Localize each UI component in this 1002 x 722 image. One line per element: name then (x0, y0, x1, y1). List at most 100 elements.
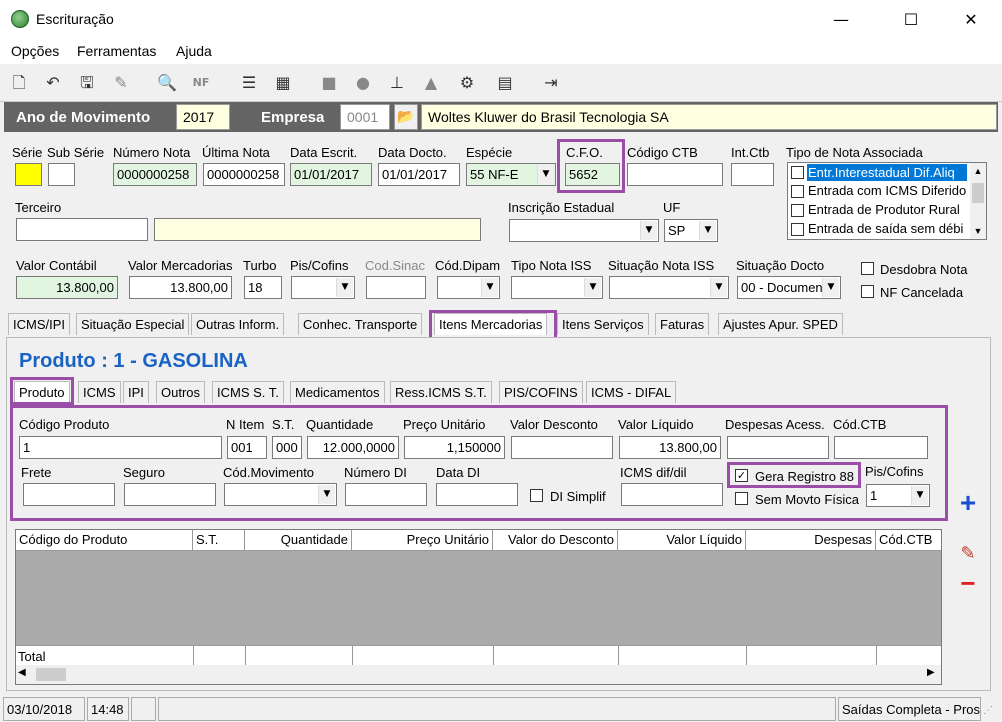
subtab-pis-cofins[interactable]: PIS/COFINS (499, 381, 583, 403)
cod-movimento-select[interactable]: ▼ (224, 483, 337, 506)
tipo-nota-list[interactable]: Entr.Interestadual Dif.Aliq Entrada com … (787, 162, 987, 240)
grid-col-st[interactable]: S.T. (193, 530, 245, 550)
grid-col-codigo[interactable]: Código do Produto (16, 530, 193, 550)
data-di-field[interactable] (436, 483, 518, 506)
menu-ajuda[interactable]: Ajuda (176, 43, 212, 59)
chevron-down-icon[interactable]: ▼ (481, 278, 498, 297)
stamp-icon[interactable]: ⊥ (386, 72, 408, 94)
tab-faturas[interactable]: Faturas (655, 313, 710, 335)
tipo-nota-item-3[interactable]: Entrada de saída sem débi (808, 221, 968, 236)
tab-ajustes-sped[interactable]: Ajustes Apur. SPED (718, 313, 843, 335)
chevron-down-icon[interactable]: ▼ (710, 278, 727, 297)
chevron-down-icon[interactable]: ▼ (640, 221, 657, 240)
turbo-field[interactable]: 18 (244, 276, 282, 299)
empresa-code-field[interactable]: 0001 (340, 104, 390, 130)
book-icon[interactable]: ▤ (494, 72, 516, 94)
cfo-field[interactable]: 5652 (565, 163, 620, 186)
valor-merc-field[interactable]: 13.800,00 (129, 276, 232, 299)
tipo-nota-scrollbar[interactable]: ▲ ▼ (970, 163, 986, 239)
numero-di-field[interactable] (345, 483, 427, 506)
valor-desconto-field[interactable] (511, 436, 613, 459)
tipo-nota-item-1[interactable]: Entrada com ICMS Diferido (808, 183, 968, 198)
cod-sinac-field[interactable] (366, 276, 426, 299)
icms-dif-field[interactable] (621, 483, 723, 506)
subtab-ipi[interactable]: IPI (123, 381, 149, 403)
subtab-medicamentos[interactable]: Medicamentos (290, 381, 385, 403)
cod-dipam-select[interactable]: ▼ (437, 276, 500, 299)
tab-icms-ipi[interactable]: ICMS/IPI (8, 313, 71, 335)
pis-cofins-item-select[interactable]: 1 ▼ (866, 484, 930, 507)
serie-field[interactable] (15, 163, 42, 186)
new-doc-icon[interactable]: 🗋 (8, 72, 30, 94)
exit-icon[interactable]: ⇥ (540, 72, 562, 94)
di-simplif-checkbox[interactable] (530, 489, 543, 502)
save-icon[interactable]: 🖫 (76, 72, 98, 94)
maximize-button[interactable]: ☐ (888, 0, 934, 38)
tipo-nota-check-3[interactable] (791, 223, 804, 236)
situacao-iss-select[interactable]: ▼ (609, 276, 729, 299)
subtab-icms-st[interactable]: ICMS S. T. (212, 381, 284, 403)
especie-select[interactable]: 55 NF-E ▼ (466, 163, 556, 186)
print-icon[interactable]: ● (352, 72, 374, 94)
remove-item-button[interactable]: − (954, 570, 982, 596)
menu-ferramentas[interactable]: Ferramentas (77, 43, 156, 59)
chevron-down-icon[interactable]: ▼ (699, 221, 716, 240)
codigo-produto-field[interactable]: 1 (19, 436, 222, 459)
scroll-right-icon[interactable]: ▶ (927, 667, 935, 678)
report-icon[interactable]: ▦ (272, 72, 294, 94)
tipo-iss-select[interactable]: ▼ (511, 276, 603, 299)
resize-grip-icon[interactable]: ⋰ (983, 705, 993, 716)
edit-item-button[interactable]: ✎ (954, 542, 982, 566)
preview-icon[interactable]: 🔍 (156, 72, 178, 94)
frete-field[interactable] (23, 483, 115, 506)
tipo-nota-check-0[interactable] (791, 166, 804, 179)
subtab-outros[interactable]: Outros (156, 381, 206, 403)
chevron-down-icon[interactable]: ▼ (584, 278, 601, 297)
codigo-ctb-field[interactable] (627, 163, 723, 186)
data-escrit-field[interactable]: 01/01/2017 (290, 163, 372, 186)
tab-itens-servicos[interactable]: Itens Serviços (557, 313, 649, 335)
chevron-down-icon[interactable]: ▼ (318, 485, 335, 504)
items-grid[interactable]: Código do Produto S.T. Quantidade Preço … (15, 529, 942, 685)
cib-icon[interactable]: ⚙ (456, 72, 478, 94)
grid-col-desconto[interactable]: Valor do Desconto (493, 530, 618, 550)
subtab-icms[interactable]: ICMS (78, 381, 121, 403)
scroll-left-icon[interactable]: ◀ (18, 667, 26, 678)
pis-cofins-select[interactable]: ▼ (291, 276, 355, 299)
add-item-button[interactable]: + (954, 489, 982, 518)
int-ctb-field[interactable] (731, 163, 774, 186)
data-docto-field[interactable]: 01/01/2017 (378, 163, 460, 186)
numero-nota-field[interactable]: 0000000258 (113, 163, 197, 186)
uf-select[interactable]: SP ▼ (664, 219, 718, 242)
gera88-checkbox[interactable]: ✓ (735, 469, 748, 482)
cod-ctb-field[interactable] (834, 436, 928, 459)
quantidade-field[interactable]: 12.000,0000 (307, 436, 399, 459)
tipo-nota-item-0[interactable]: Entr.Interestadual Dif.Aliq (807, 164, 967, 181)
grid-col-despesas[interactable]: Despesas (746, 530, 876, 550)
terceiro-code-field[interactable] (16, 218, 148, 241)
undo-icon[interactable]: ↶ (42, 72, 64, 94)
ano-field[interactable]: 2017 (176, 104, 230, 130)
despesas-acess-field[interactable] (727, 436, 829, 459)
hscroll-thumb[interactable] (36, 668, 66, 681)
situacao-docto-select[interactable]: 00 - Documen ▼ (737, 276, 841, 299)
menu-opcoes[interactable]: Opções (11, 43, 59, 59)
sem-movto-checkbox[interactable] (735, 492, 748, 505)
desdobra-checkbox[interactable] (861, 262, 874, 275)
folder-icon[interactable]: ■ (318, 72, 340, 94)
delete-icon[interactable]: ✎ (110, 72, 132, 94)
grid-hscrollbar[interactable]: ◀ ▶ (16, 665, 941, 684)
grid-col-liquido[interactable]: Valor Líquido (618, 530, 746, 550)
sub-serie-field[interactable] (48, 163, 75, 186)
tipo-nota-check-1[interactable] (791, 185, 804, 198)
minimize-button[interactable]: — (818, 0, 864, 38)
preco-unitario-field[interactable]: 1,150000 (404, 436, 505, 459)
subtab-icms-difal[interactable]: ICMS - DIFAL (586, 381, 677, 403)
seguro-field[interactable] (124, 483, 216, 506)
grid-col-quantidade[interactable]: Quantidade (245, 530, 352, 550)
scroll-up-icon[interactable]: ▲ (970, 163, 986, 179)
inscricao-select[interactable]: ▼ (509, 219, 659, 242)
tipo-nota-item-2[interactable]: Entrada de Produtor Rural (808, 202, 968, 217)
ultima-nota-field[interactable]: 0000000258 (203, 163, 285, 186)
st-field[interactable]: 000 (272, 436, 302, 459)
